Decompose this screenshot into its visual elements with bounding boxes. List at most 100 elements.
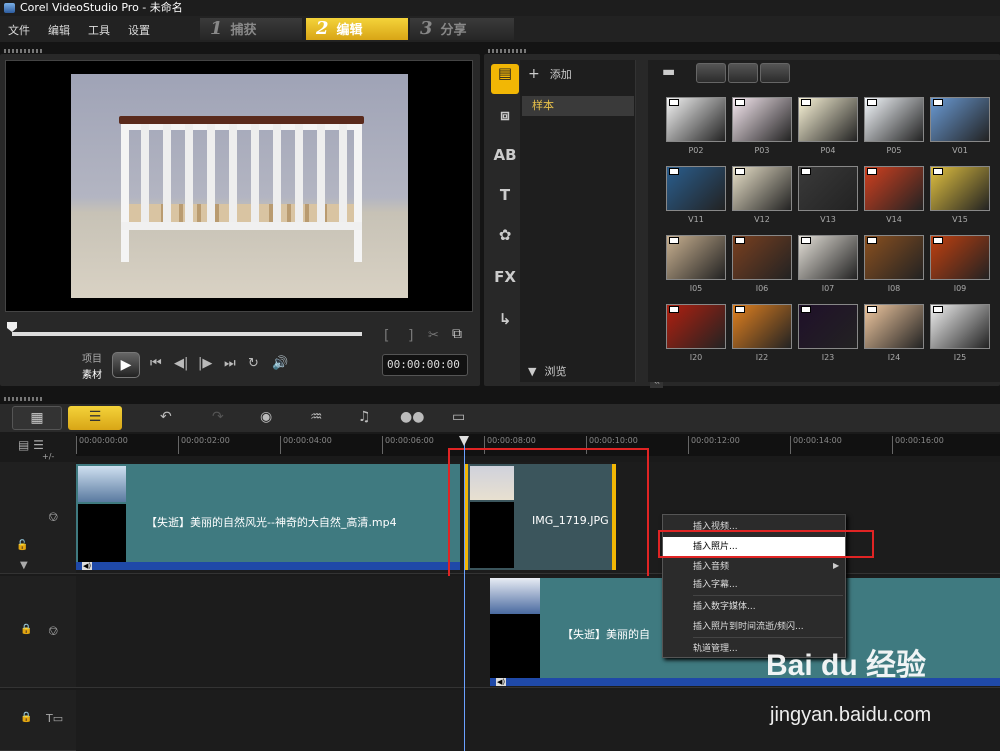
step-tab-share[interactable]: 3 分享	[410, 18, 514, 40]
library-thumbnail[interactable]	[798, 304, 858, 349]
library-thumbnail[interactable]	[666, 235, 726, 280]
library-thumbnail[interactable]	[666, 304, 726, 349]
audio-icon: ◀)	[496, 678, 507, 686]
library-thumbnail[interactable]	[930, 304, 990, 349]
menu-insert-subtitle[interactable]: 插入字幕...	[663, 575, 845, 595]
fx-icon[interactable]: FX	[488, 268, 522, 298]
library-thumbnail[interactable]	[798, 97, 858, 142]
path-icon[interactable]: ↳	[488, 310, 522, 340]
audio-mixer-icon[interactable]: ♒	[310, 409, 323, 425]
thumbnail-label: I25	[953, 353, 967, 362]
library-thumbnail[interactable]	[732, 97, 792, 142]
scrub-bar[interactable]	[12, 332, 362, 336]
home-icon[interactable]: ⏮	[150, 356, 162, 371]
panel-grip[interactable]	[4, 49, 42, 53]
library-thumbnail[interactable]	[930, 235, 990, 280]
mode-project[interactable]: 项目	[82, 350, 102, 365]
cut-icon[interactable]: ✂	[428, 328, 439, 343]
library-thumbnail[interactable]	[864, 235, 924, 280]
volume-icon[interactable]: 🔊	[272, 356, 288, 371]
record-icon[interactable]: ◉	[260, 409, 272, 425]
subtitle-icon[interactable]: ▭	[452, 409, 465, 425]
motion-track-icon[interactable]: ●●	[400, 409, 424, 425]
expand-icon[interactable]: ▼	[20, 560, 28, 571]
clip-label: 【失逝】美丽的自	[562, 628, 650, 641]
graphic-icon[interactable]: ✿	[488, 226, 522, 256]
step-tab-edit[interactable]: 2 编辑	[306, 18, 408, 40]
panel-grip[interactable]	[488, 49, 526, 53]
media-type-icon	[867, 237, 877, 244]
filter-photo-icon[interactable]	[728, 63, 758, 83]
video-clip[interactable]: 【失逝】美丽的自然风光--神奇的大自然_高清.mp4 ◀)	[76, 464, 460, 570]
thumbnail-label: V15	[952, 215, 968, 224]
thumbnail-label: I08	[887, 284, 901, 293]
filter-video-icon[interactable]	[696, 63, 726, 83]
mark-out-button[interactable]: ]	[408, 328, 413, 344]
library-thumbnail[interactable]	[798, 166, 858, 211]
library-thumbnail[interactable]	[798, 235, 858, 280]
media-type-icon	[933, 237, 943, 244]
step-tab-capture[interactable]: 1 捕获	[200, 18, 302, 40]
thumbnail-label: P05	[886, 146, 902, 155]
track-manager-icon[interactable]: ▤ ☰	[18, 438, 44, 452]
highlight-box	[448, 448, 649, 592]
library-thumbnail[interactable]	[864, 304, 924, 349]
thumbnail-label: I09	[953, 284, 967, 293]
transition-icon[interactable]: ⧈	[488, 106, 522, 136]
library-thumbnail[interactable]	[666, 97, 726, 142]
filter-audio-icon[interactable]	[760, 63, 790, 83]
library-thumbnail[interactable]	[732, 166, 792, 211]
repeat-icon[interactable]: ↻	[248, 356, 259, 371]
add-folder-button[interactable]: + 添加	[528, 66, 572, 82]
library-thumbnail[interactable]	[930, 166, 990, 211]
timeline-view-icon[interactable]: ☰	[68, 406, 122, 430]
prev-frame-icon[interactable]: ◀|	[174, 356, 188, 371]
add-track-button[interactable]: +/-	[42, 452, 54, 461]
media-type-icon	[867, 99, 877, 106]
redo-icon[interactable]: ↷	[212, 409, 224, 425]
library-thumbnail[interactable]	[864, 97, 924, 142]
media-type-icon	[801, 306, 811, 313]
menu-insert-digital-media[interactable]: 插入数字媒体...	[663, 597, 845, 617]
next-frame-icon[interactable]: |▶	[198, 356, 212, 371]
ab-icon[interactable]: AB	[488, 146, 522, 176]
media-type-icon	[669, 306, 679, 313]
playhead-line[interactable]	[464, 440, 465, 751]
menu-insert-audio[interactable]: 插入音频	[663, 557, 845, 577]
title-icon[interactable]: T	[488, 186, 522, 216]
library-thumbnail[interactable]	[732, 304, 792, 349]
scrub-handle[interactable]	[7, 322, 17, 332]
lock-icon[interactable]: 🔒	[20, 712, 32, 723]
audio-icon: ◀)	[82, 562, 93, 570]
timecode-field[interactable]: 00:00:00:00	[382, 354, 468, 376]
menu-insert-timelapse[interactable]: 插入照片到时间流逝/频闪...	[663, 617, 845, 637]
plus-icon: +	[528, 66, 540, 82]
lock-icon[interactable]: 🔓	[16, 540, 28, 551]
mode-clip[interactable]: 素材	[82, 366, 102, 381]
thumbnail-label: I06	[755, 284, 769, 293]
window-title: Corel VideoStudio Pro - 未命名	[20, 1, 183, 14]
mark-in-button[interactable]: [	[384, 328, 389, 344]
undo-icon[interactable]: ↶	[160, 409, 172, 425]
play-button[interactable]: ▶	[112, 352, 140, 378]
crib-frame	[121, 124, 362, 262]
library-thumbnail[interactable]	[930, 97, 990, 142]
auto-music-icon[interactable]: ♫	[358, 409, 371, 425]
storyboard-view-icon[interactable]: ▦	[12, 406, 62, 430]
enlarge-icon[interactable]: ⧉	[452, 326, 462, 342]
menu-settings[interactable]: 设置	[128, 22, 150, 38]
end-icon[interactable]: ⏭	[224, 356, 236, 371]
library-thumbnail[interactable]	[666, 166, 726, 211]
library-thumbnail[interactable]	[864, 166, 924, 211]
panel-grip[interactable]	[4, 397, 42, 401]
lock-icon[interactable]: 🔒	[20, 624, 32, 635]
menu-file[interactable]: 文件	[8, 22, 30, 38]
media-icon[interactable]: ▤	[491, 64, 519, 94]
library-thumbnail[interactable]	[732, 235, 792, 280]
folder-item-sample[interactable]: 样本	[522, 96, 634, 116]
media-type-icon	[735, 306, 745, 313]
menu-edit[interactable]: 编辑	[48, 22, 70, 38]
menu-tools[interactable]: 工具	[88, 22, 110, 38]
folder-icon[interactable]: ▬	[662, 64, 675, 80]
browse-button[interactable]: ▼ 浏览	[528, 363, 566, 379]
